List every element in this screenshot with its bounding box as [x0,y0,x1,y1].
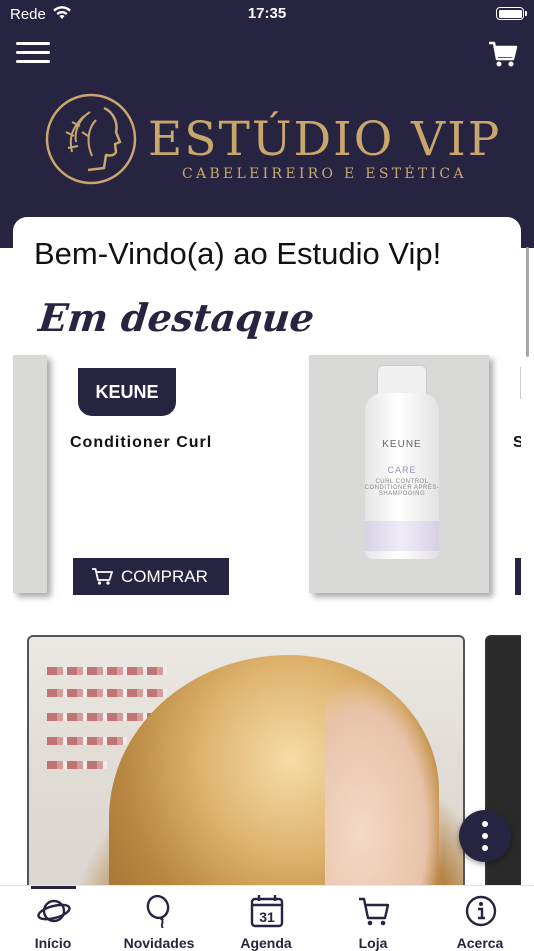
bottle-brand: KEUNE [382,439,422,450]
previous-product-image[interactable] [13,355,47,593]
planet-icon [37,899,71,923]
welcome-heading: Bem-Vindo(a) ao Estudio Vip! [34,236,442,271]
balloon-icon [146,894,170,928]
active-tab-indicator [31,886,76,889]
tab-label: Loja [358,935,388,951]
next-product-badge [520,367,521,399]
scroll-indicator[interactable] [526,247,529,357]
brand-logo: ESTÚDIO VIP CABELEIREIRO E ESTÉTICA [44,92,499,188]
conditioner-bottle: KEUNE CARE CURL CONTROL CONDITIONER APRÈ… [361,365,443,561]
buy-button-label: COMPRAR [121,567,208,586]
brand-name: ESTÚDIO VIP [148,112,502,167]
cart-icon [359,897,390,926]
bottle-subtitle: CURL CONTROL CONDITIONER APRÈS-SHAMPOOIN… [364,479,440,497]
tab-novidades[interactable]: Novidades [106,886,212,951]
news-photo[interactable] [27,635,465,897]
product-name[interactable]: Conditioner Curl [70,434,212,452]
main-content: Bem-Vindo(a) ao Estudio Vip! Em destaque… [13,217,521,897]
more-options-button[interactable] [459,810,511,862]
bottle-line: CARE [387,465,417,475]
cart-icon [92,568,113,585]
info-icon [465,895,497,927]
battery-icon [496,7,527,20]
tab-label: Agenda [240,935,292,951]
buy-button[interactable]: COMPRAR [73,558,229,595]
shopping-cart-icon[interactable] [488,40,518,68]
brand-tagline: CABELEIREIRO E ESTÉTICA [182,166,467,182]
calendar-day: 31 [259,909,275,925]
tab-acerca[interactable]: Acerca [427,886,533,951]
status-bar: Rede 17:35 [0,0,534,30]
featured-section-title: Em destaque [36,295,317,340]
bottom-tab-bar: Início Novidades 31 Agenda Loja Acerca [0,885,534,951]
tab-agenda[interactable]: 31 Agenda [213,886,319,951]
tab-label: Acerca [456,935,504,951]
next-product-name[interactable]: S [513,434,521,452]
product-image[interactable]: KEUNE CARE CURL CONTROL CONDITIONER APRÈ… [309,355,489,593]
tab-label: Início [34,935,72,951]
hamburger-menu-icon[interactable] [16,42,50,68]
next-buy-button[interactable] [515,558,521,595]
product-brand-badge: KEUNE [78,368,176,416]
tab-inicio[interactable]: Início [0,886,106,951]
tab-loja[interactable]: Loja [320,886,426,951]
woman-profile-emblem-icon [45,93,137,185]
calendar-icon: 31 [250,895,284,928]
tab-label: Novidades [123,935,195,951]
clock: 17:35 [247,5,287,22]
